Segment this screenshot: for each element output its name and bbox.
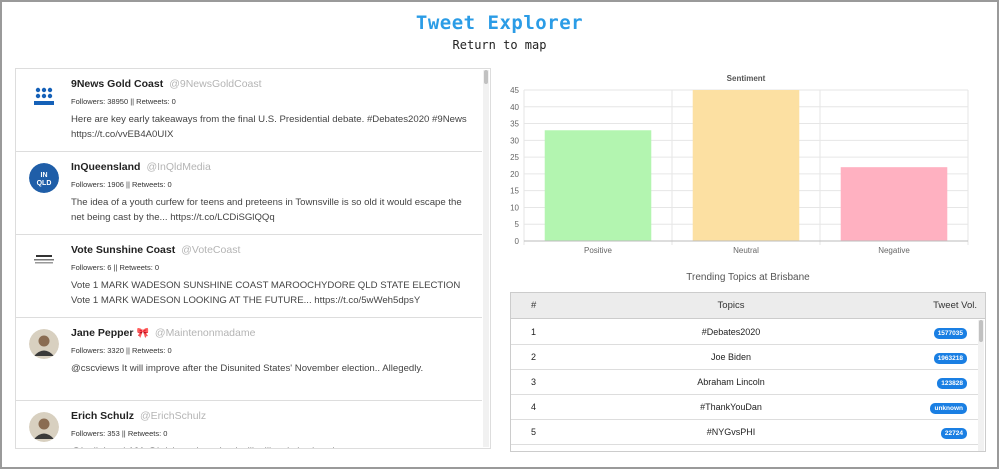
tweet-author-handle[interactable]: @Maintenonmadame xyxy=(155,327,256,339)
y-tick-label: 35 xyxy=(510,120,519,129)
tweet-author-name[interactable]: Jane Pepper xyxy=(71,327,133,339)
x-tick-label: Negative xyxy=(878,246,910,255)
svg-text:QLD: QLD xyxy=(37,180,52,187)
y-tick-label: 30 xyxy=(510,136,519,145)
table-row[interactable]: 3 Abraham Lincoln 123828 xyxy=(511,370,979,395)
tweet-header: Vote Sunshine Coast @VoteCoast xyxy=(71,244,240,256)
table-row[interactable]: 1 #Debates2020 1577035 xyxy=(511,320,979,345)
tweet-author-handle[interactable]: @InQldMedia xyxy=(146,161,210,173)
y-tick-label: 0 xyxy=(515,237,520,246)
tweet-volume-badge: 1577035 xyxy=(933,328,967,339)
tweet-author-name[interactable]: InQueensland xyxy=(71,161,140,173)
row-index: 5 xyxy=(531,427,537,437)
tweet-author-handle[interactable]: @9NewsGoldCoast xyxy=(169,78,261,90)
trending-title: Trending Topics at Brisbane xyxy=(686,272,810,283)
tweet-header: InQueensland @InQldMedia xyxy=(71,161,211,173)
col-header-index: # xyxy=(531,300,537,311)
table-header: # Topics Tweet Vol. xyxy=(511,293,985,319)
tweet-item[interactable]: 9News Gold Coast @9NewsGoldCoast Followers… xyxy=(16,69,482,152)
tweet-author-emoji: 🎀 xyxy=(136,328,149,339)
y-tick-label: 40 xyxy=(510,103,519,112)
tweet-item[interactable]: IN QLD InQueensland @InQldMedia Followers: 1… xyxy=(16,152,482,235)
tweet-item[interactable]: Jane Pepper 🎀 @Maintenonmadame Followers: 3… xyxy=(16,318,482,401)
row-topic[interactable]: #Debates2020 xyxy=(641,327,821,337)
tweet-header: Erich Schulz @ErichSchulz xyxy=(71,410,206,422)
profile-photo-icon xyxy=(29,412,59,442)
table-row[interactable]: 5 #NYGvsPHI 22724 xyxy=(511,420,979,445)
row-topic[interactable]: Abraham Lincoln xyxy=(641,377,821,387)
bar-neutral xyxy=(692,90,800,241)
tweet-author-name[interactable]: Erich Schulz xyxy=(71,410,134,422)
tweet-text: Here are key early takeaways from the fi… xyxy=(71,114,467,140)
tweet-header: 9News Gold Coast @9NewsGoldCoast xyxy=(71,78,262,90)
y-tick-label: 25 xyxy=(510,153,519,162)
y-tick-label: 45 xyxy=(510,86,519,95)
9news-logo-icon xyxy=(29,80,59,110)
tweet-text: @cscviews It will improve after the Disu… xyxy=(71,363,424,374)
bar-positive xyxy=(544,130,652,241)
svg-text:IN: IN xyxy=(41,172,48,179)
col-header-topics: Topics xyxy=(717,300,745,311)
sentiment-chart: Sentiment 0 5 10 15 20 25 30 35 40 45 Positive Neutr… xyxy=(502,70,972,260)
tweet-text: The idea of a youth curfew for teens and… xyxy=(71,197,462,223)
row-index: 4 xyxy=(531,402,537,412)
tweet-stats: Followers: 38950 || Retweets: 0 xyxy=(71,97,176,106)
chart-title: Sentiment xyxy=(727,74,766,83)
profile-photo-icon xyxy=(29,329,59,359)
y-tick-label: 10 xyxy=(510,203,519,212)
tweet-item[interactable]: Vote Sunshine Coast @VoteCoast Followers: … xyxy=(16,235,482,318)
row-topic[interactable]: Joe Biden xyxy=(641,352,821,362)
row-topic[interactable]: #ThankYouDan xyxy=(641,402,821,412)
tweet-stats: Followers: 1906 || Retweets: 0 xyxy=(71,180,172,189)
tweet-author-handle[interactable]: @VoteCoast xyxy=(181,244,240,256)
table-row[interactable]: 2 Joe Biden 1963218 xyxy=(511,345,979,370)
tweet-volume-badge: 123828 xyxy=(937,378,967,389)
trending-topics-table: # Topics Tweet Vol. 1 #Debates2020 1577035… xyxy=(510,292,986,452)
tweet-volume-badge: unknown xyxy=(930,403,967,414)
inqld-logo-icon: IN QLD xyxy=(29,163,59,193)
tweet-volume-badge: 22724 xyxy=(940,428,967,439)
row-index: 3 xyxy=(531,377,537,387)
tweet-feed-scrollbar[interactable] xyxy=(483,70,489,447)
scrollbar-thumb[interactable] xyxy=(484,70,488,84)
tweet-stats: Followers: 353 || Retweets: 0 xyxy=(71,429,168,438)
y-tick-label: 20 xyxy=(510,170,519,179)
row-index: 2 xyxy=(531,352,537,362)
table-row[interactable]: 4 #ThankYouDan unknown xyxy=(511,395,979,420)
vote-logo-icon xyxy=(29,246,59,276)
tweet-volume-badge: 1963218 xyxy=(933,353,967,364)
tweet-text: Vote 1 MARK WADESON SUNSHINE COAST MAROO… xyxy=(71,280,461,306)
row-topic[interactable]: #NYGvsPHI xyxy=(641,427,821,437)
bar-negative xyxy=(840,167,948,241)
app-window: Tweet Explorer Return to map 9News Gold … xyxy=(0,0,999,469)
scrollbar-thumb[interactable] xyxy=(979,320,983,342)
return-to-map-link[interactable]: Return to map xyxy=(2,38,997,52)
tweet-list: 9News Gold Coast @9NewsGoldCoast Followers… xyxy=(16,69,482,448)
tweet-stats: Followers: 6 || Retweets: 0 xyxy=(71,263,160,272)
row-index: 1 xyxy=(531,327,537,337)
y-tick-label: 15 xyxy=(510,187,519,196)
tweet-stats: Followers: 3320 || Retweets: 0 xyxy=(71,346,172,355)
tweet-header: Jane Pepper 🎀 @Maintenonmadame xyxy=(71,327,255,339)
tweet-item[interactable]: Erich Schulz @ErichSchulz Followers: 353 |… xyxy=(16,401,482,448)
y-tick-label: 5 xyxy=(515,220,520,229)
x-tick-label: Positive xyxy=(584,246,613,255)
tweet-author-name[interactable]: 9News Gold Coast xyxy=(71,78,163,90)
page-title: Tweet Explorer xyxy=(415,12,584,34)
tweet-author-handle[interactable]: @ErichSchulz xyxy=(140,410,206,422)
table-scrollbar[interactable] xyxy=(978,320,984,451)
tweet-text: @LydiaLynch101 @brisbanetimes Looks like… xyxy=(71,445,476,448)
col-header-tweet-vol: Tweet Vol. xyxy=(933,300,977,311)
tweet-author-name[interactable]: Vote Sunshine Coast xyxy=(71,244,175,256)
tweet-feed[interactable]: 9News Gold Coast @9NewsGoldCoast Followers… xyxy=(15,68,491,449)
x-tick-label: Neutral xyxy=(733,246,759,255)
